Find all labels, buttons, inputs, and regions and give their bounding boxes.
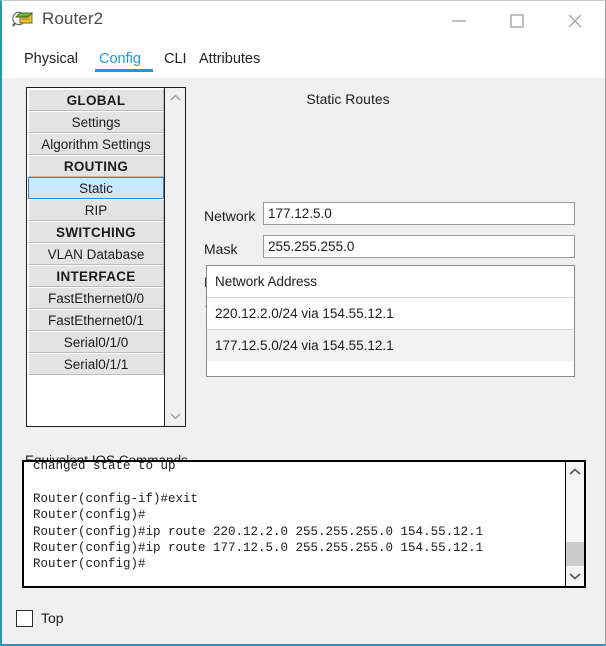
tab-active-underline bbox=[95, 69, 153, 72]
ios-console-scrollbar[interactable] bbox=[565, 462, 584, 586]
ios-commands-text: changed state to up Router(config-if)#ex… bbox=[33, 460, 484, 572]
ios-commands-console[interactable]: changed state to up Router(config-if)#ex… bbox=[22, 460, 586, 588]
tab-config[interactable]: Config bbox=[97, 48, 143, 70]
route-list-item[interactable]: 220.12.2.0/24 via 154.55.12.1 bbox=[207, 297, 574, 329]
top-checkbox[interactable] bbox=[16, 610, 33, 627]
close-button[interactable] bbox=[553, 1, 599, 41]
sidebar-item-vlan-database[interactable]: VLAN Database bbox=[28, 243, 164, 265]
sidebar-item-serial0-1-1[interactable]: Serial0/1/1 bbox=[28, 353, 164, 375]
config-category-list: GLOBAL Settings Algorithm Settings ROUTING S… bbox=[26, 87, 186, 427]
route-list-header: Network Address bbox=[207, 266, 574, 297]
title-bar: Router2 bbox=[2, 1, 605, 41]
sidebar-item-fastethernet0-1[interactable]: FastEthernet0/1 bbox=[28, 309, 164, 331]
ios-scrollbar-thumb[interactable] bbox=[566, 542, 584, 566]
sidebar-item-switching: SWITCHING bbox=[28, 221, 164, 243]
sidebar-scrollbar[interactable] bbox=[164, 88, 185, 426]
mask-label: Mask bbox=[204, 241, 238, 257]
mask-input[interactable] bbox=[263, 235, 575, 258]
sidebar-item-fastethernet0-0[interactable]: FastEthernet0/0 bbox=[28, 287, 164, 309]
tab-attributes[interactable]: Attributes bbox=[197, 48, 262, 70]
network-label: Network bbox=[204, 208, 256, 224]
ios-scroll-up-button[interactable] bbox=[566, 462, 584, 482]
sidebar-item-rip[interactable]: RIP bbox=[28, 199, 164, 221]
config-category-items: GLOBAL Settings Algorithm Settings ROUTING S… bbox=[28, 89, 164, 375]
sidebar-scroll-up-button[interactable] bbox=[165, 88, 185, 108]
sidebar-item-static[interactable]: Static bbox=[28, 177, 164, 199]
sidebar-item-interface: INTERFACE bbox=[28, 265, 164, 287]
sidebar-scroll-down-button[interactable] bbox=[165, 406, 185, 426]
network-input[interactable] bbox=[263, 202, 575, 225]
route-list-item[interactable]: 177.12.5.0/24 via 154.55.12.1 bbox=[207, 329, 574, 361]
ios-scroll-down-button[interactable] bbox=[566, 566, 584, 586]
sidebar-item-routing: ROUTING bbox=[28, 155, 164, 177]
top-checkbox-label: Top bbox=[41, 610, 64, 626]
sidebar-item-serial0-1-0[interactable]: Serial0/1/0 bbox=[28, 331, 164, 353]
router-magnifier-icon bbox=[12, 10, 34, 32]
static-routes-title: Static Routes bbox=[306, 91, 390, 107]
maximize-button[interactable] bbox=[495, 1, 541, 41]
bottom-bar: Top bbox=[3, 596, 605, 642]
minimize-button[interactable] bbox=[437, 1, 483, 41]
config-panel: GLOBAL Settings Algorithm Settings ROUTING S… bbox=[3, 78, 605, 644]
sidebar-item-algorithm-settings[interactable]: Algorithm Settings bbox=[28, 133, 164, 155]
static-route-list[interactable]: Network Address 220.12.2.0/24 via 154.55… bbox=[206, 265, 575, 377]
sidebar-item-global: GLOBAL bbox=[28, 89, 164, 111]
tab-physical[interactable]: Physical bbox=[22, 48, 80, 70]
window-title: Router2 bbox=[42, 9, 104, 28]
sidebar-item-settings[interactable]: Settings bbox=[28, 111, 164, 133]
tab-cli[interactable]: CLI bbox=[162, 48, 189, 70]
route-list-rows: 220.12.2.0/24 via 154.55.12.1 177.12.5.0/… bbox=[207, 297, 574, 361]
tab-bar: Physical Config CLI Attributes bbox=[3, 41, 605, 78]
router-config-window: Router2 Physical Config CLI Attributes G… bbox=[0, 0, 606, 646]
